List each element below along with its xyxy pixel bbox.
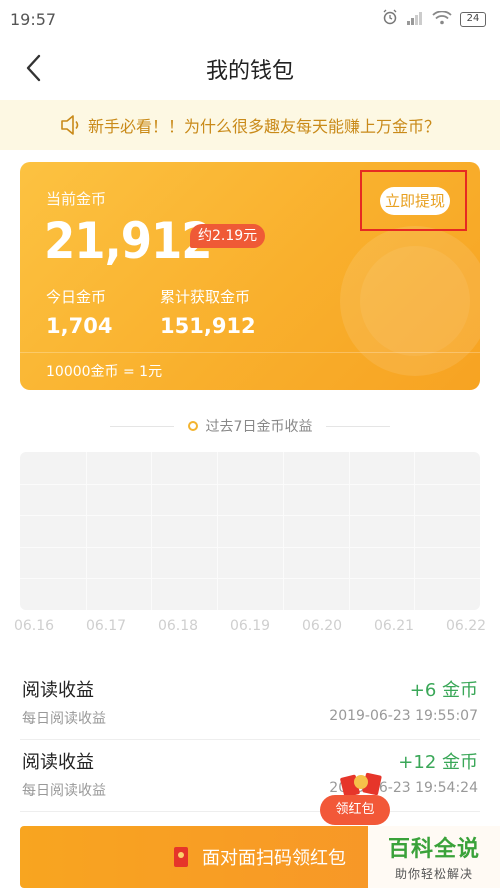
- chart-gridline: [348, 452, 350, 610]
- record-subtitle: 每日阅读收益: [22, 783, 106, 799]
- signal-icon: [406, 10, 424, 29]
- chart-gridline: [414, 452, 416, 610]
- red-envelope-icon: [174, 847, 188, 867]
- wifi-icon: [432, 10, 452, 29]
- current-coins-label: 当前金币: [46, 190, 107, 208]
- status-time: 19:57: [10, 9, 57, 29]
- wallet-card: 当前金币 21,912 约2.19元 立即提现 今日金币 1,704 累计获取金…: [20, 162, 480, 390]
- history-title-text: 过去7日金币收益: [205, 419, 313, 435]
- divider: [326, 425, 391, 427]
- alarm-icon: [382, 9, 398, 29]
- coin-decoration-inner: [360, 246, 470, 356]
- exchange-rate: 10000金币 = 1元: [20, 352, 480, 390]
- divider: [109, 425, 174, 427]
- yuan-badge: 约2.19元: [190, 224, 266, 248]
- history-title: 过去7日金币收益: [0, 416, 500, 436]
- status-bar: 19:57 24: [0, 0, 500, 38]
- record-subtitle: 每日阅读收益: [22, 711, 106, 727]
- chart-gridline: [20, 546, 480, 548]
- date-tick-label: 06.20: [301, 618, 343, 634]
- redpacket-badge[interactable]: 领红包: [320, 795, 390, 825]
- chart-gridline: [85, 452, 87, 610]
- chart-gridline: [20, 578, 480, 580]
- record-amount: +6 金币: [409, 680, 478, 701]
- record-amount: +12 金币: [398, 752, 478, 773]
- chart-gridline: [282, 452, 284, 610]
- record-title: 阅读收益: [22, 752, 94, 773]
- highlight-frame: 立即提现: [360, 170, 467, 231]
- speaker-icon: [60, 114, 84, 140]
- chart-gridline: [217, 452, 219, 610]
- scan-redpacket-label: 面对面扫码领红包: [202, 848, 346, 869]
- history-dates: 06.16 06.17 06.18 06.19 06.20 06.21 06.22: [0, 618, 500, 642]
- watermark: 百科全说 助你轻松解决: [368, 826, 500, 888]
- status-icons: 24: [382, 9, 486, 29]
- total-coins-label: 累计获取金币: [160, 288, 251, 306]
- notice-banner[interactable]: 新手必看！！为什么很多趣友每天能赚上万金币？: [0, 100, 500, 150]
- date-tick-label: 06.22: [445, 618, 487, 634]
- record-title: 阅读收益: [22, 680, 94, 701]
- withdraw-button[interactable]: 立即提现: [380, 187, 450, 215]
- today-coins-value: 1,704: [46, 314, 113, 338]
- date-tick-label: 06.16: [13, 618, 55, 634]
- record-item[interactable]: 阅读收益 每日阅读收益 +12 金币 2019-06-23 19:54:24: [20, 740, 480, 812]
- nav-bar: 我的钱包: [0, 38, 500, 100]
- back-button[interactable]: [18, 50, 50, 86]
- battery-icon: 24: [460, 11, 486, 27]
- date-tick-label: 06.19: [229, 618, 271, 634]
- current-coins-value: 21,912: [44, 212, 213, 270]
- chart-gridline: [20, 515, 480, 517]
- history-chart: [20, 452, 480, 610]
- record-time: 2019-06-23 19:55:07: [329, 708, 478, 724]
- date-tick-label: 06.18: [157, 618, 199, 634]
- chart-gridline: [20, 483, 480, 485]
- today-coins-label: 今日金币: [46, 288, 107, 306]
- chevron-left-icon: [26, 54, 41, 82]
- watermark-title: 百科全说: [387, 837, 480, 862]
- wallet-page: 19:57 24 我的钱包 新手必看！！为什么很多趣友每天能赚上万金币？ 当前金…: [0, 0, 500, 890]
- notice-text: 新手必看！！为什么很多趣友每天能赚上万金币？: [88, 117, 441, 136]
- chart-gridline: [151, 452, 153, 610]
- record-item[interactable]: 阅读收益 每日阅读收益 +6 金币 2019-06-23 19:55:07: [20, 668, 480, 740]
- watermark-subtitle: 助你轻松解决: [394, 867, 473, 881]
- ring-icon: [187, 421, 198, 431]
- date-tick-label: 06.21: [373, 618, 415, 634]
- total-coins-value: 151,912: [160, 314, 256, 338]
- date-tick-label: 06.17: [85, 618, 127, 634]
- page-title: 我的钱包: [205, 59, 294, 84]
